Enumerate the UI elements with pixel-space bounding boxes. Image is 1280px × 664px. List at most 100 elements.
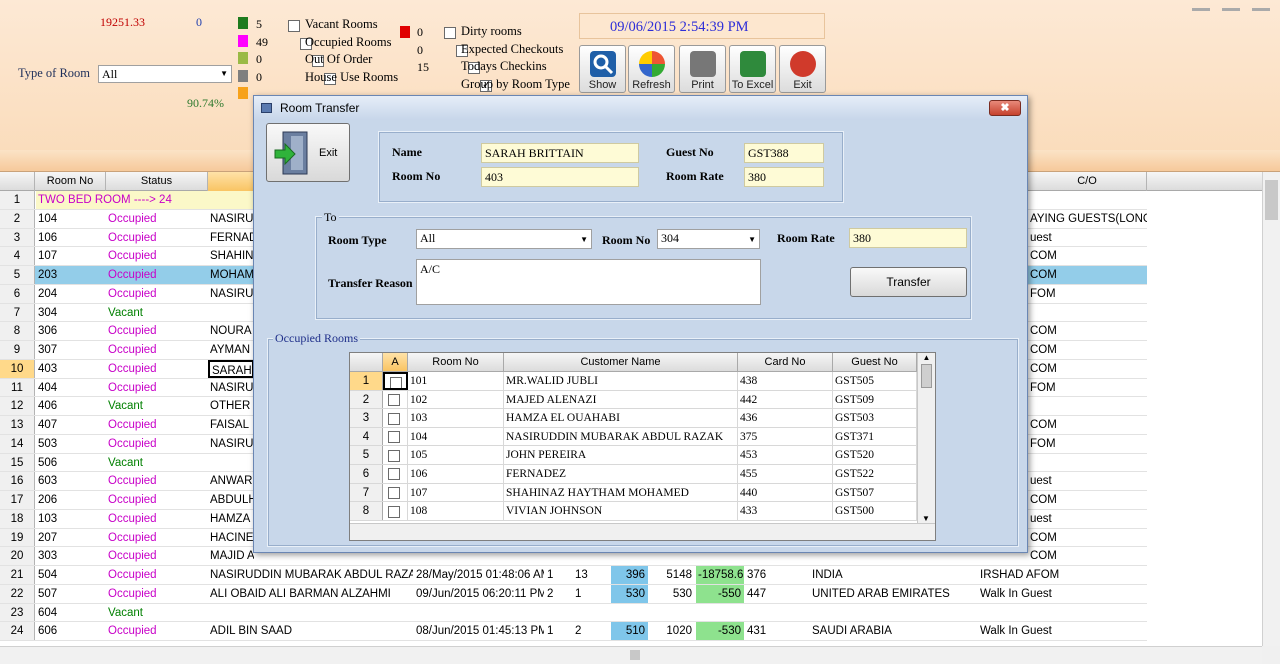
og-col-card[interactable]: Card No: [738, 353, 833, 372]
select-checkbox[interactable]: [388, 486, 400, 499]
status-cell: Vacant: [108, 306, 143, 319]
card-cell: [745, 604, 809, 622]
guest-name-cell: AYMAN: [210, 344, 251, 356]
v2-cell: 530: [672, 587, 692, 600]
customer-cell: FERNADEZ: [504, 465, 738, 483]
legend-color-swatch: [238, 17, 248, 29]
occupancy-percent: 90.74%: [187, 96, 224, 110]
select-cell: [383, 465, 408, 483]
og-vertical-scrollbar[interactable]: ▲ ▼: [917, 353, 935, 523]
filter-checkbox[interactable]: [444, 27, 456, 40]
og-col-a[interactable]: A: [383, 353, 408, 372]
select-checkbox[interactable]: [388, 449, 400, 462]
col-room-no[interactable]: Room No: [35, 172, 106, 191]
guest-name-cell: SARAH B: [208, 359, 254, 378]
room-type-select[interactable]: All ▼: [416, 229, 592, 249]
a-cell: 2: [547, 587, 554, 600]
select-cell: [383, 483, 408, 502]
guest-name-cell: FAISAL: [210, 419, 249, 431]
transfer-button[interactable]: Transfer: [850, 267, 967, 297]
occupied-room-row[interactable]: 4 104 NASIRUDDIN MUBARAK ABDUL RAZAK 375 GST…: [350, 427, 917, 447]
grid-horizontal-scrollbar[interactable]: [0, 646, 1262, 664]
select-checkbox[interactable]: [390, 377, 402, 388]
occupied-room-row[interactable]: 7 107 SHAHINAZ HAYTHAM MOHAMED 440 GST507: [350, 483, 917, 503]
occupied-room-row[interactable]: 1 101 MR.WALID JUBLI 438 GST505: [350, 372, 917, 391]
row-number: 9: [0, 341, 35, 359]
select-checkbox[interactable]: [388, 468, 400, 481]
og-horizontal-scrollbar[interactable]: [350, 523, 935, 540]
occupied-rooms-legend: Occupied Rooms: [273, 331, 360, 346]
type-of-room-select[interactable]: All ▼: [98, 65, 232, 83]
table-row[interactable]: 23 604 Vacant: [0, 603, 1147, 623]
select-checkbox[interactable]: [388, 393, 400, 406]
select-cell: [383, 409, 408, 427]
table-row[interactable]: 21 504 Occupied NASIRUDDIN MUBARAK ABDUL RA…: [0, 566, 1147, 585]
og-corner: [350, 353, 383, 372]
guest-cell: GST505: [833, 372, 917, 390]
chevron-down-icon: ▼: [748, 235, 756, 244]
customer-cell: JOHN PEREIRA: [504, 446, 738, 464]
legend-label: House Use Rooms: [305, 69, 399, 84]
status-cell: Occupied: [108, 362, 157, 375]
room-no-cell: 404: [38, 381, 58, 394]
status-cell: Occupied: [108, 625, 157, 638]
print-button[interactable]: Print: [679, 45, 726, 93]
show-button[interactable]: Show: [579, 45, 626, 93]
occupied-room-row[interactable]: 3 103 HAMZA EL OUAHABI 436 GST503: [350, 409, 917, 428]
occupied-room-row[interactable]: 2 102 MAJED ALENAZI 442 GST509: [350, 390, 917, 410]
window-controls: [1180, 0, 1280, 11]
row-number: 24: [0, 622, 35, 640]
og-col-room-no[interactable]: Room No: [408, 353, 504, 372]
grid-vertical-scrollbar[interactable]: [1262, 172, 1280, 646]
dialog-exit-button[interactable]: Exit: [266, 123, 350, 182]
refresh-icon: [638, 51, 665, 77]
exit-button[interactable]: Exit: [779, 45, 826, 93]
select-checkbox[interactable]: [388, 412, 400, 425]
row-number: 3: [350, 409, 383, 427]
room-no-cell: 306: [38, 325, 58, 338]
occupied-room-row[interactable]: 6 106 FERNADEZ 455 GST522: [350, 465, 917, 484]
legend-checkbox[interactable]: [288, 20, 300, 33]
row-number: 1: [350, 372, 383, 390]
col-co[interactable]: C/O: [1028, 172, 1147, 191]
current-guest-group: Name SARAH BRITTAIN Guest No GST388 Room…: [378, 131, 844, 203]
excel-icon: [739, 51, 766, 77]
select-checkbox[interactable]: [388, 505, 400, 518]
b-cell: 1: [575, 587, 582, 600]
to-room-rate-label: Room Rate: [777, 231, 835, 245]
guest-name-cell: NOURA A: [210, 325, 254, 338]
customer-cell: NASIRUDDIN MUBARAK ABDUL RAZAK: [504, 427, 738, 446]
occupied-room-row[interactable]: 5 105 JOHN PEREIRA 453 GST520: [350, 446, 917, 465]
customer-cell: HAMZA EL OUAHABI: [504, 409, 738, 427]
card-cell: 440: [738, 483, 833, 502]
current-rate-field[interactable]: 380: [744, 167, 824, 187]
transfer-reason-field[interactable]: A/C: [416, 259, 761, 305]
refresh-button[interactable]: Refresh: [628, 45, 675, 93]
filter-count: 0: [417, 25, 423, 39]
og-col-customer[interactable]: Customer Name: [504, 353, 738, 372]
room-filters: 0 Dirty rooms 0 Expected Checkouts 15 Todays …: [400, 24, 580, 92]
col-sorted[interactable]: [208, 172, 258, 191]
to-room-no-select[interactable]: 304 ▼: [657, 229, 760, 249]
co-cell: COM: [1030, 344, 1057, 356]
legend-count: 49: [256, 34, 268, 49]
room-no-cell: 406: [38, 400, 58, 413]
card-cell: 436: [738, 409, 833, 427]
occupied-room-row[interactable]: 8 108 VIVIAN JOHNSON 433 GST500: [350, 502, 917, 521]
og-col-guest[interactable]: Guest No: [833, 353, 917, 372]
row-number: 11: [0, 378, 35, 397]
to-room-rate-field[interactable]: 380: [849, 228, 967, 248]
room-no-cell: 203: [38, 269, 58, 281]
current-room-field[interactable]: 403: [481, 167, 639, 187]
dialog-close-button[interactable]: ✖: [989, 100, 1021, 116]
table-row[interactable]: 24 606 Occupied ADIL BIN SAAD 08/Jun/2015 01…: [0, 622, 1147, 641]
status-cell: Occupied: [108, 494, 157, 506]
guest-no-field[interactable]: GST388: [744, 143, 824, 163]
export-excel-button[interactable]: To Excel: [729, 45, 776, 93]
legend-count: 0: [256, 69, 262, 84]
guest-name-field[interactable]: SARAH BRITTAIN: [481, 143, 639, 163]
select-checkbox[interactable]: [388, 431, 400, 444]
status-cell: Occupied: [108, 269, 157, 281]
col-status[interactable]: Status: [106, 172, 208, 191]
table-row[interactable]: 22 507 Occupied ALI OBAID ALI BARMAN ALZAHM…: [0, 584, 1147, 604]
